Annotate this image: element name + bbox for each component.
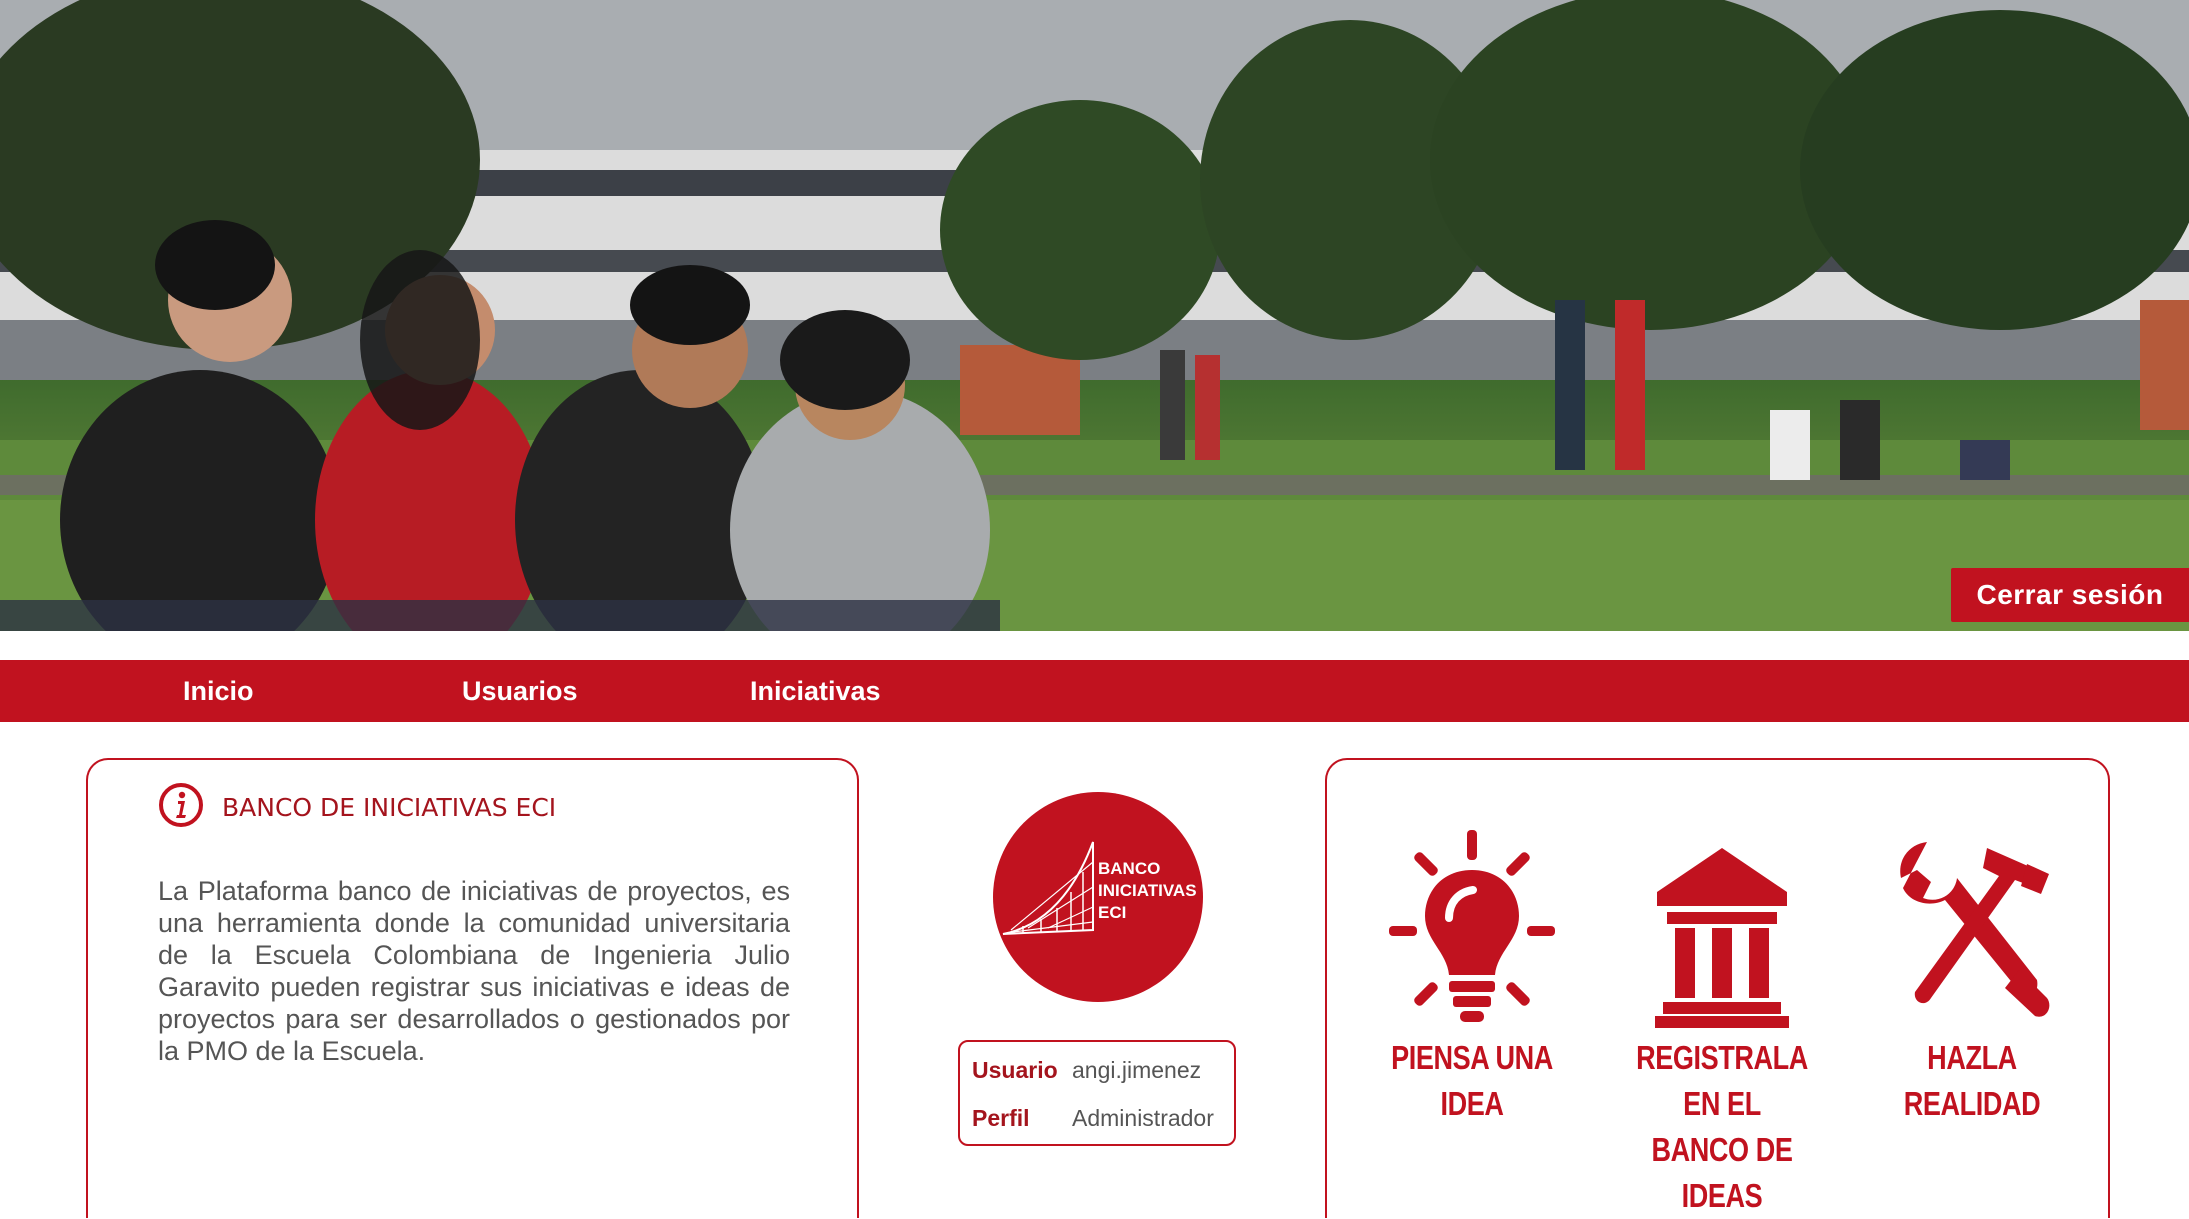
banco-logo: BANCO INICIATIVAS ECI bbox=[993, 792, 1203, 1002]
hero-banner: Cerrar sesión bbox=[0, 0, 2189, 631]
info-icon bbox=[158, 782, 204, 833]
user-info-box: Usuario angi.jimenez Perfil Administrado… bbox=[958, 1040, 1236, 1146]
user-label: Usuario bbox=[972, 1056, 1058, 1083]
campus-photo bbox=[0, 0, 2189, 631]
logo-text-line: INICIATIVAS bbox=[1098, 881, 1197, 900]
step-label-line: HAZLA bbox=[1927, 1039, 2017, 1076]
profile-value: Administrador bbox=[1072, 1104, 1214, 1131]
info-card: BANCO DE INICIATIVAS ECI La Plataforma b… bbox=[86, 758, 859, 1218]
profile-label: Perfil bbox=[972, 1104, 1030, 1131]
nav-item-inicio[interactable]: Inicio bbox=[183, 660, 254, 722]
nav-item-usuarios[interactable]: Usuarios bbox=[462, 660, 578, 722]
logo-text-line: BANCO bbox=[1098, 859, 1161, 878]
info-card-header: BANCO DE INICIATIVAS ECI bbox=[158, 782, 556, 833]
info-card-title: BANCO DE INICIATIVAS ECI bbox=[222, 793, 557, 822]
profile-row: Perfil Administrador bbox=[972, 1098, 1214, 1138]
logo-text-line: ECI bbox=[1098, 903, 1127, 922]
info-card-description: La Plataforma banco de iniciativas de pr… bbox=[158, 876, 790, 1066]
step-label-line: BANCO DE IDEAS bbox=[1651, 1131, 1793, 1214]
nav-item-iniciativas[interactable]: Iniciativas bbox=[750, 660, 881, 722]
steps-card: PIENSA UNA IDEA REGISTRALA EN EL BANCO D… bbox=[1325, 758, 2110, 1218]
lightbulb-icon bbox=[1347, 830, 1597, 1035]
tools-icon bbox=[1847, 830, 2097, 1035]
main-nav: Inicio Usuarios Iniciativas bbox=[0, 660, 2189, 722]
logo-text: BANCO INICIATIVAS ECI bbox=[1098, 858, 1197, 924]
step-think-idea: PIENSA UNA IDEA bbox=[1347, 830, 1597, 1127]
step-make-real: HAZLA REALIDAD bbox=[1847, 830, 2097, 1127]
step-label: HAZLA REALIDAD bbox=[1870, 1035, 2075, 1127]
step-label-line: IDEA bbox=[1440, 1085, 1504, 1122]
step-label-line: REGISTRALA EN EL bbox=[1636, 1039, 1808, 1122]
logout-button[interactable]: Cerrar sesión bbox=[1951, 568, 2189, 622]
step-label-line: PIENSA UNA bbox=[1391, 1039, 1553, 1076]
step-label-line: REALIDAD bbox=[1903, 1085, 2041, 1122]
bank-icon bbox=[1597, 830, 1847, 1035]
user-value: angi.jimenez bbox=[1072, 1056, 1202, 1083]
user-row: Usuario angi.jimenez bbox=[972, 1050, 1201, 1090]
step-label: REGISTRALA EN EL BANCO DE IDEAS bbox=[1620, 1035, 1825, 1219]
step-register-bank: REGISTRALA EN EL BANCO DE IDEAS bbox=[1597, 830, 1847, 1219]
step-label: PIENSA UNA IDEA bbox=[1370, 1035, 1575, 1127]
